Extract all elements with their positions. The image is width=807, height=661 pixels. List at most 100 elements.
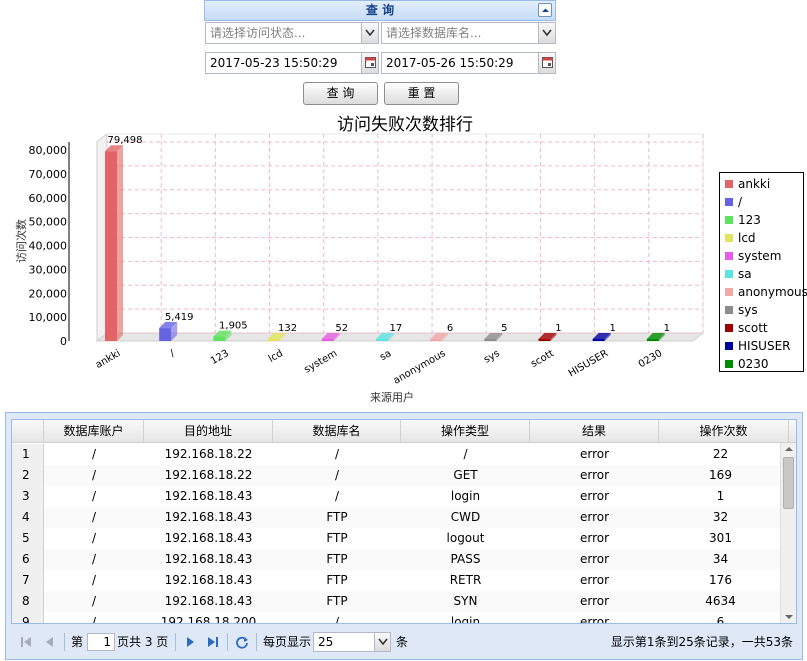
cell-account: / — [91, 615, 97, 624]
cell-db: FTP — [326, 594, 348, 608]
cell-count: 22 — [712, 447, 729, 461]
end-date-field[interactable]: 2017-05-26 15:50:29 — [381, 52, 556, 74]
column-header-database[interactable]: 数据库名 — [273, 420, 401, 443]
calendar-icon — [365, 57, 376, 68]
pager-separator — [256, 633, 257, 651]
cell-db: FTP — [326, 573, 348, 587]
x-tick-label: system — [302, 348, 339, 376]
query-panel-header: 查 询 — [204, 0, 556, 21]
reset-button[interactable]: 重 置 — [384, 82, 459, 105]
start-date-value: 2017-05-23 15:50:29 — [210, 56, 338, 70]
table-row[interactable]: 7 / 192.168.18.43 FTP RETR error 176 — [12, 570, 782, 591]
start-date-field[interactable]: 2017-05-23 15:50:29 — [205, 52, 379, 74]
data-label: 1 — [609, 323, 615, 334]
cell-account: / — [91, 552, 97, 566]
result-grid-panel: 数据库账户 目的地址 数据库名 操作类型 结果 操作次数 1 / 192.168.1… — [5, 412, 803, 660]
row-number: 9 — [12, 612, 44, 623]
legend-label: lcd — [738, 231, 756, 245]
column-header-operation[interactable]: 操作类型 — [401, 420, 530, 443]
table-row[interactable]: 1 / 192.168.18.22 / / error 22 — [12, 444, 782, 465]
last-page-icon[interactable] — [206, 635, 220, 649]
cell-op: logout — [446, 531, 485, 545]
legend-swatch — [725, 234, 733, 242]
bar-side — [117, 145, 123, 341]
cell-result: error — [579, 531, 610, 545]
table-row[interactable]: 8 / 192.168.18.43 FTP SYN error 4634 — [12, 591, 782, 612]
column-header-account[interactable]: 数据库账户 — [44, 420, 144, 443]
cell-result: error — [579, 573, 610, 587]
next-page-icon[interactable] — [183, 635, 197, 649]
row-number: 2 — [12, 465, 44, 486]
x-tick-label: sa — [378, 348, 393, 363]
table-row[interactable]: 5 / 192.168.18.43 FTP logout error 301 — [12, 528, 782, 549]
status-select[interactable]: 请选择访问状态... — [205, 22, 379, 44]
chart-title: 访问失败次数排行 — [337, 115, 473, 135]
cell-count: 34 — [712, 552, 729, 566]
collapse-button[interactable] — [538, 3, 552, 17]
refresh-icon[interactable] — [235, 635, 249, 649]
cell-account: / — [91, 489, 97, 503]
query-panel: 查 询 请选择访问状态... 请选择数据库名... 2017-05-23 15:… — [204, 0, 556, 108]
column-header-result[interactable]: 结果 — [530, 420, 659, 443]
column-header-count[interactable]: 操作次数 — [659, 420, 789, 443]
table-row[interactable]: 9 / 192.168.18.200 / login error 6 — [12, 612, 782, 624]
data-label: 79,498 — [108, 135, 143, 146]
current-page-input[interactable]: 1 — [87, 633, 115, 651]
pagesize-select[interactable]: 25 — [313, 632, 391, 652]
bar-/ — [159, 328, 172, 341]
cell-addr: 192.168.18.22 — [164, 447, 253, 461]
chart-legend: ankki / 123 lcd system sa anonymous sys scott HIS… — [719, 172, 807, 372]
legend-label: sys — [738, 303, 758, 317]
table-row[interactable]: 6 / 192.168.18.43 FTP PASS error 34 — [12, 549, 782, 570]
cell-count: 32 — [712, 510, 729, 524]
pagesize-unit: 条 — [396, 635, 409, 649]
cell-count: 4634 — [705, 594, 736, 608]
legend-label: / — [738, 195, 743, 209]
table-row[interactable]: 3 / 192.168.18.43 / login error 1 — [12, 486, 782, 507]
status-select-trigger[interactable] — [361, 23, 378, 43]
row-number: 5 — [12, 528, 44, 549]
pagesize-trigger[interactable] — [374, 633, 390, 651]
end-date-picker-trigger[interactable] — [538, 53, 555, 73]
scroll-up-icon[interactable] — [784, 445, 794, 453]
scrollbar-thumb[interactable] — [783, 457, 794, 509]
cell-op: PASS — [450, 552, 481, 566]
pager-separator — [227, 633, 228, 651]
table-row[interactable]: 4 / 192.168.18.43 FTP CWD error 32 — [12, 507, 782, 528]
page-total-text: 页共 3 页 — [117, 635, 169, 649]
database-select-placeholder: 请选择数据库名... — [386, 26, 482, 40]
pagesize-label: 每页显示 — [263, 635, 312, 649]
grid-vertical-scrollbar[interactable] — [780, 443, 796, 623]
grid-header-rownum — [12, 420, 44, 443]
cell-op: SYN — [453, 594, 478, 608]
database-select-trigger[interactable] — [538, 23, 555, 43]
chevron-down-icon — [365, 29, 375, 37]
table-row[interactable]: 2 / 192.168.18.22 / GET error 169 — [12, 465, 782, 486]
legend-swatch — [725, 288, 733, 296]
bar-system — [321, 339, 334, 341]
first-page-icon[interactable] — [19, 635, 33, 649]
row-number: 7 — [12, 570, 44, 591]
database-select[interactable]: 请选择数据库名... — [381, 22, 556, 44]
y-tick-label: 60,000 — [29, 192, 68, 205]
cell-op: CWD — [450, 510, 481, 524]
start-date-picker-trigger[interactable] — [361, 53, 378, 73]
data-label: 5,419 — [165, 312, 194, 323]
cell-db: / — [334, 615, 340, 624]
legend-swatch — [725, 324, 733, 332]
prev-page-icon[interactable] — [43, 635, 57, 649]
status-select-placeholder: 请选择访问状态... — [210, 26, 306, 40]
column-header-address[interactable]: 目的地址 — [144, 420, 273, 443]
scroll-down-icon[interactable] — [784, 613, 794, 621]
data-label: 1,905 — [219, 320, 248, 331]
data-label: 5 — [501, 323, 507, 334]
cell-account: / — [91, 447, 97, 461]
data-label: 1 — [664, 323, 670, 334]
row-number: 8 — [12, 591, 44, 612]
cell-result: error — [579, 489, 610, 503]
legend-label: 0230 — [738, 357, 769, 371]
search-button[interactable]: 查 询 — [303, 82, 378, 105]
cell-addr: 192.168.18.43 — [164, 573, 253, 587]
cell-addr: 192.168.18.43 — [164, 594, 253, 608]
y-tick-label: 20,000 — [29, 287, 68, 300]
